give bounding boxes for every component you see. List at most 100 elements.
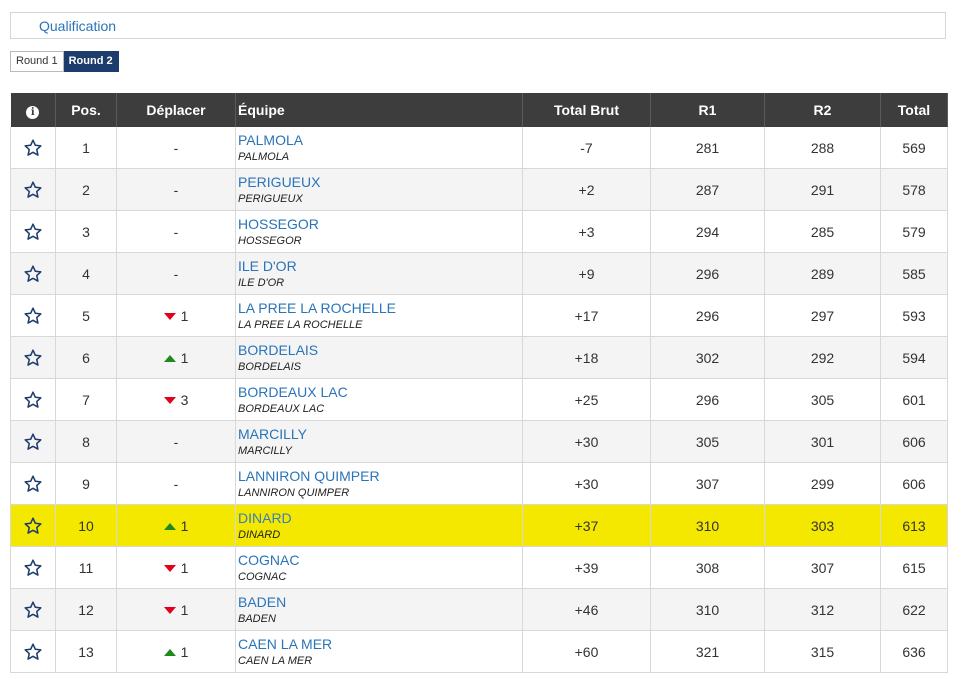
team-link[interactable]: BADEN <box>238 594 522 611</box>
favorite-star-cell[interactable] <box>10 127 56 169</box>
round-2-button[interactable]: Round 2 <box>63 51 119 72</box>
table-row[interactable]: 12 1 BADEN BADEN +46 310 312 622 <box>10 588 948 631</box>
move-column-header: Déplacer <box>116 93 236 127</box>
table-row[interactable]: 13 1 CAEN LA MER CAEN LA MER +60 321 315 636 <box>10 630 948 673</box>
arrow-up-icon <box>163 522 176 530</box>
table-row[interactable]: 5 1 LA PREE LA ROCHELLE LA PREE LA ROCHELLE… <box>10 294 948 337</box>
r1-cell: 310 <box>650 588 765 631</box>
total-brut-cell: +18 <box>522 336 651 379</box>
arrow-up-icon <box>163 648 176 656</box>
club-name: BORDEAUX LAC <box>238 402 325 415</box>
r2-cell: 312 <box>764 588 881 631</box>
table-row[interactable]: 6 1 BORDELAIS BORDELAIS +18 302 292 594 <box>10 336 948 379</box>
star-icon[interactable] <box>11 600 55 620</box>
pos-cell: 2 <box>55 168 117 211</box>
r2-cell: 297 <box>764 294 881 337</box>
favorite-star-cell[interactable] <box>10 630 56 673</box>
pos-cell: 7 <box>55 378 117 421</box>
favorite-star-cell[interactable] <box>10 168 56 211</box>
r2-column-header: R2 <box>764 93 881 127</box>
team-link[interactable]: MARCILLY <box>238 426 522 443</box>
table-row[interactable]: 1- PALMOLA PALMOLA -7 281 288 569 <box>10 127 948 169</box>
r1-cell: 296 <box>650 252 765 295</box>
team-link[interactable]: ILE D'OR <box>238 258 522 275</box>
pos-cell: 12 <box>55 588 117 631</box>
info-column-header[interactable]: i <box>10 93 56 127</box>
team-cell: PALMOLA PALMOLA <box>235 127 523 169</box>
total-brut-cell: +30 <box>522 462 651 505</box>
total-brut-cell: +37 <box>522 504 651 547</box>
favorite-star-cell[interactable] <box>10 588 56 631</box>
star-icon[interactable] <box>11 558 55 578</box>
team-link[interactable]: BORDEAUX LAC <box>238 384 522 401</box>
favorite-star-cell[interactable] <box>10 336 56 379</box>
move-value: 1 <box>180 602 189 619</box>
table-row[interactable]: 10 1 DINARD DINARD +37 310 303 613 <box>10 504 948 547</box>
favorite-star-cell[interactable] <box>10 462 56 505</box>
table-row[interactable]: 3- HOSSEGOR HOSSEGOR +3 294 285 579 <box>10 210 948 253</box>
total-cell: 594 <box>880 336 948 379</box>
favorite-star-cell[interactable] <box>10 294 56 337</box>
round-1-button[interactable]: Round 1 <box>10 51 64 72</box>
club-name: CAEN LA MER <box>238 654 313 667</box>
star-icon[interactable] <box>11 264 55 284</box>
total-cell: 593 <box>880 294 948 337</box>
qualification-title[interactable]: Qualification <box>39 18 116 34</box>
team-link[interactable]: PERIGUEUX <box>238 174 522 191</box>
star-icon[interactable] <box>11 642 55 662</box>
table-row[interactable]: 2- PERIGUEUX PERIGUEUX +2 287 291 578 <box>10 168 948 211</box>
r1-cell: 281 <box>650 127 765 169</box>
star-icon[interactable] <box>11 432 55 452</box>
table-row[interactable]: 7 3 BORDEAUX LAC BORDEAUX LAC +25 296 305 601 <box>10 378 948 421</box>
favorite-star-cell[interactable] <box>10 210 56 253</box>
star-icon[interactable] <box>11 390 55 410</box>
move-cell: 1 <box>116 294 236 337</box>
total-cell: 622 <box>880 588 948 631</box>
move-cell: 1 <box>116 546 236 589</box>
total-cell: 601 <box>880 378 948 421</box>
star-icon[interactable] <box>11 474 55 494</box>
arrow-down-icon <box>163 396 176 404</box>
favorite-star-cell[interactable] <box>10 420 56 463</box>
move-cell: 1 <box>116 588 236 631</box>
team-link[interactable]: COGNAC <box>238 552 522 569</box>
favorite-star-cell[interactable] <box>10 546 56 589</box>
star-icon[interactable] <box>11 138 55 158</box>
r1-cell: 307 <box>650 462 765 505</box>
star-icon[interactable] <box>11 348 55 368</box>
move-value: 1 <box>180 560 189 577</box>
r2-cell: 285 <box>764 210 881 253</box>
team-link[interactable]: LANNIRON QUIMPER <box>238 468 522 485</box>
star-icon[interactable] <box>11 180 55 200</box>
team-link[interactable]: LA PREE LA ROCHELLE <box>238 300 522 317</box>
table-row[interactable]: 4- ILE D'OR ILE D'OR +9 296 289 585 <box>10 252 948 295</box>
r2-cell: 291 <box>764 168 881 211</box>
favorite-star-cell[interactable] <box>10 504 56 547</box>
table-row[interactable]: 8- MARCILLY MARCILLY +30 305 301 606 <box>10 420 948 463</box>
move-value: 3 <box>180 392 189 409</box>
star-icon[interactable] <box>11 516 55 536</box>
move-value: - <box>173 181 179 198</box>
favorite-star-cell[interactable] <box>10 252 56 295</box>
team-link[interactable]: DINARD <box>238 510 522 527</box>
team-cell: CAEN LA MER CAEN LA MER <box>235 630 523 673</box>
favorite-star-cell[interactable] <box>10 378 56 421</box>
club-name: LA PREE LA ROCHELLE <box>238 318 363 331</box>
table-header-row: i Pos. Déplacer Équipe Total Brut R1 R2 … <box>10 93 948 127</box>
move-cell: - <box>116 252 236 295</box>
pos-cell: 13 <box>55 630 117 673</box>
star-icon[interactable] <box>11 222 55 242</box>
team-link[interactable]: PALMOLA <box>238 132 522 149</box>
team-link[interactable]: BORDELAIS <box>238 342 522 359</box>
table-row[interactable]: 9- LANNIRON QUIMPER LANNIRON QUIMPER +30 307… <box>10 462 948 505</box>
star-icon[interactable] <box>11 306 55 326</box>
move-value: - <box>173 139 179 156</box>
move-value: - <box>173 265 179 282</box>
table-row[interactable]: 11 1 COGNAC COGNAC +39 308 307 615 <box>10 546 948 589</box>
team-link[interactable]: HOSSEGOR <box>238 216 522 233</box>
move-value: 1 <box>180 518 189 535</box>
r1-cell: 287 <box>650 168 765 211</box>
team-cell: LA PREE LA ROCHELLE LA PREE LA ROCHELLE <box>235 294 523 337</box>
team-link[interactable]: CAEN LA MER <box>238 636 522 653</box>
r1-cell: 321 <box>650 630 765 673</box>
